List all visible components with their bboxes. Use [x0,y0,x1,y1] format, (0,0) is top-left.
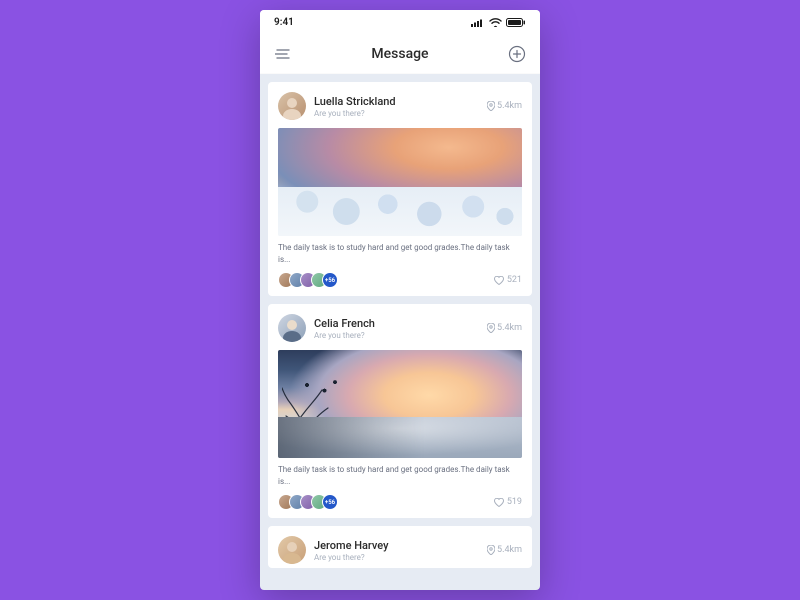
post-distance: 5.4km [487,545,522,555]
heart-icon [494,276,504,285]
post-card[interactable]: Luella Strickland Are you there? 5.4km T… [268,82,532,296]
liker-avatars[interactable]: +56 [278,494,338,510]
post-distance: 5.4km [487,101,522,111]
post-author: Celia French [314,317,487,330]
post-header: Celia French Are you there? 5.4km [278,314,522,342]
battery-icon [506,18,526,27]
clock: 9:41 [274,17,294,28]
post-author: Jerome Harvey [314,539,487,552]
more-likers-badge: +56 [322,272,338,288]
wifi-icon [489,18,502,27]
post-header: Luella Strickland Are you there? 5.4km [278,92,522,120]
post-subtitle: Are you there? [314,331,487,340]
liker-avatars[interactable]: +56 [278,272,338,288]
avatar[interactable] [278,314,306,342]
post-caption: The daily task is to study hard and get … [278,242,522,266]
page-title: Message [371,46,428,62]
tree-silhouette [282,368,342,458]
feed[interactable]: Luella Strickland Are you there? 5.4km T… [260,74,540,590]
avatar[interactable] [278,536,306,564]
location-icon [487,323,495,333]
post-card[interactable]: Jerome Harvey Are you there? 5.4km [268,526,532,568]
avatar[interactable] [278,92,306,120]
post-subtitle: Are you there? [314,553,487,562]
status-bar: 9:41 [260,10,540,34]
post-footer: +56 521 [278,272,522,288]
like-count[interactable]: 519 [494,497,522,507]
status-icons [471,18,526,27]
post-footer: +56 519 [278,494,522,510]
location-icon [487,101,495,111]
post-card[interactable]: Celia French Are you there? 5.4km The da… [268,304,532,518]
post-caption: The daily task is to study hard and get … [278,464,522,488]
menu-icon[interactable] [274,45,292,63]
add-icon[interactable] [508,45,526,63]
phone-frame: 9:41 Message Luella Strickland Are you t… [260,10,540,590]
post-image[interactable] [278,128,522,236]
post-header: Jerome Harvey Are you there? 5.4km [278,536,522,564]
post-subtitle: Are you there? [314,109,487,118]
signal-icon [471,18,485,27]
heart-icon [494,498,504,507]
more-likers-badge: +56 [322,494,338,510]
like-count[interactable]: 521 [494,275,522,285]
navbar: Message [260,34,540,74]
post-image[interactable] [278,350,522,458]
post-author: Luella Strickland [314,95,487,108]
location-icon [487,545,495,555]
post-distance: 5.4km [487,323,522,333]
